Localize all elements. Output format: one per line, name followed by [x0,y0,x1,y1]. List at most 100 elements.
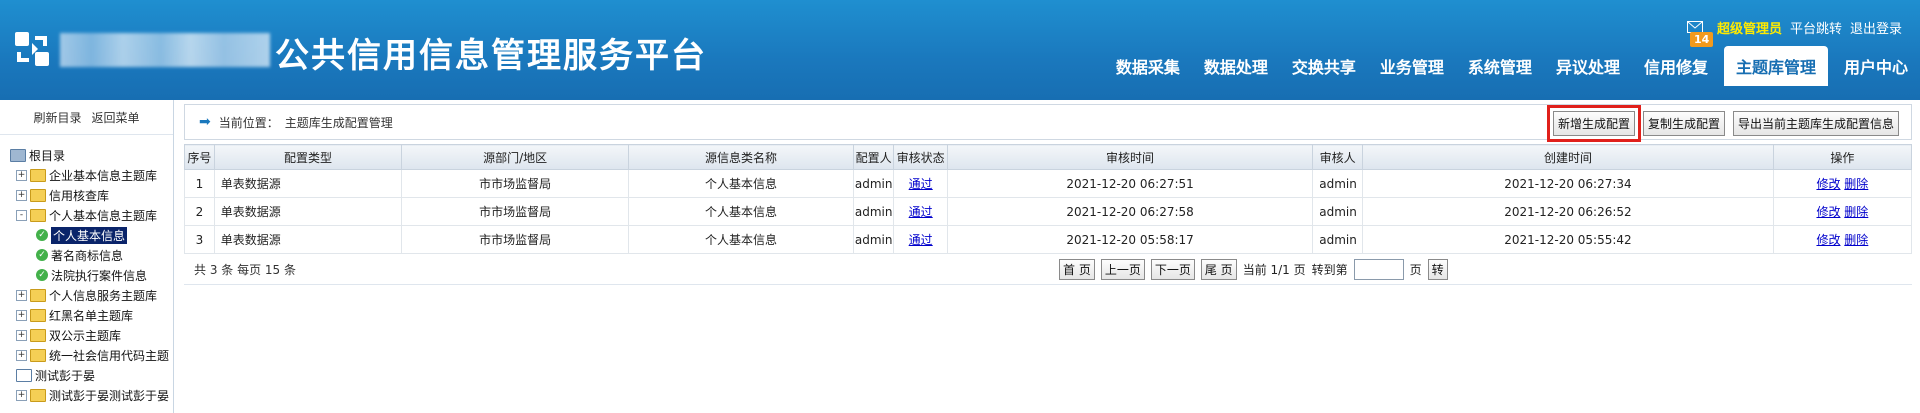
cell-auditor: admin [1312,225,1364,254]
tree-node-label: 红黑名单主题库 [49,308,134,323]
tree-node[interactable]: + 测试彭于晏测试彭于晏 [10,385,173,405]
tree-node[interactable]: + 红黑名单主题库 [10,305,173,325]
col-header-create-time: 创建时间 [1362,144,1774,170]
col-header-auditor: 审核人 [1312,144,1364,170]
nav-data-collection[interactable]: 数据采集 [1104,46,1192,86]
cell-audit-time: 2021-12-20 05:58:17 [946,225,1314,254]
tree-node[interactable]: ✓ 法院执行案件信息 [10,265,173,285]
table-row: 1 单表数据源 市市场监督局 个人基本信息 admin 通过 2021-12-20 06:2… [184,169,1913,198]
cell-create-time: 2021-12-20 05:55:42 [1362,225,1774,254]
expand-icon[interactable]: + [16,389,27,401]
tree-node[interactable]: + 统一社会信用代码主题 [10,345,173,365]
nav-system-management[interactable]: 系统管理 [1456,46,1544,86]
nav-objection-handling[interactable]: 异议处理 [1544,46,1632,86]
add-config-button[interactable]: 新增生成配置 [1546,105,1641,142]
tree-node-label: 著名商标信息 [51,248,124,263]
user-bar: 超级管理员 平台跳转 退出登录 [1686,18,1902,37]
cell-status: 通过 [893,197,948,226]
logout-link[interactable]: 退出登录 [1850,18,1902,37]
user-role: 超级管理员 [1716,21,1782,37]
table-header-row: 序号 配置类型 源部门/地区 源信息类名称 配置人 审核状态 审核时间 审核人 … [184,144,1913,170]
cell-by: admin [852,225,895,254]
delete-link[interactable]: 删除 [1844,205,1868,219]
cell-actions: 修改 删除 [1772,197,1913,226]
col-header-audit-time: 审核时间 [946,144,1314,170]
tree-node[interactable]: + 信用核查库 [10,185,173,205]
breadcrumb-bar: ➡ 当前位置： 主题库生成配置管理 新增生成配置 复制生成配置 导出当前主题库生… [184,104,1912,142]
next-page-button[interactable]: 下一页 [1150,258,1195,280]
back-to-menu-link[interactable]: 返回菜单 [92,109,140,126]
prev-page-button[interactable]: 上一页 [1100,258,1145,280]
cell-auditor: admin [1312,197,1364,226]
status-link[interactable]: 通过 [909,177,933,191]
table-row: 2 单表数据源 市市场监督局 个人基本信息 admin 通过 2021-12-20 06:2… [184,197,1913,226]
check-icon: ✓ [36,249,48,261]
platform-jump-link[interactable]: 平台跳转 [1790,18,1842,37]
delete-link[interactable]: 删除 [1844,233,1868,247]
tree-node[interactable]: 测试彭于晏 [10,365,173,385]
tree-node-label: 企业基本信息主题库 [49,168,158,183]
tree-node[interactable]: + 双公示主题库 [10,325,173,345]
copy-config-button[interactable]: 复制生成配置 [1642,111,1725,136]
tree-node[interactable]: ✓ 个人基本信息 [10,225,173,245]
expand-icon[interactable]: + [16,329,27,341]
edit-link[interactable]: 修改 [1816,205,1840,219]
edit-link[interactable]: 修改 [1816,233,1840,247]
tree-node-label: 统一社会信用代码主题 [49,348,170,363]
breadcrumb-label: 当前位置： [218,115,279,130]
expand-icon[interactable]: + [16,349,27,361]
toolbar: 新增生成配置 复制生成配置 导出当前主题库生成配置信息 [1546,105,1899,142]
cell-no: 1 [184,169,215,198]
last-page-button[interactable]: 尾 页 [1200,258,1237,280]
status-link[interactable]: 通过 [909,233,933,247]
folder-icon [30,188,46,202]
logo-icon [15,32,49,66]
cell-dept: 市市场监督局 [401,225,630,254]
cell-info: 个人基本信息 [628,197,854,226]
cell-audit-time: 2021-12-20 06:27:51 [946,169,1314,198]
nav-business-management[interactable]: 业务管理 [1368,46,1456,86]
col-header-info: 源信息类名称 [628,144,854,170]
nav-topic-library-management[interactable]: 主题库管理 [1723,46,1828,86]
page-number-input[interactable] [1353,258,1404,280]
nav-user-center[interactable]: 用户中心 [1832,46,1920,86]
tree-node-label: 个人基本信息 [51,226,128,244]
nav-data-processing[interactable]: 数据处理 [1192,46,1280,86]
tree-node[interactable]: + 企业基本信息主题库 [10,165,173,185]
nav-credit-repair[interactable]: 信用修复 [1632,46,1720,86]
table-row: 3 单表数据源 市市场监督局 个人基本信息 admin 通过 2021-12-20 05:5… [184,225,1913,254]
cell-type: 单表数据源 [213,169,403,198]
cell-create-time: 2021-12-20 06:27:34 [1362,169,1774,198]
tree-node[interactable]: 根目录 [10,145,173,165]
col-header-by: 配置人 [852,144,895,170]
col-header-status: 审核状态 [893,144,948,170]
cell-status: 通过 [893,169,948,198]
mail-count-badge: 14 [1690,32,1714,47]
expand-icon[interactable]: + [16,189,27,201]
tree-node[interactable]: ✓ 著名商标信息 [10,245,173,265]
cell-dept: 市市场监督局 [401,197,630,226]
nav-exchange-share[interactable]: 交换共享 [1280,46,1368,86]
collapse-icon[interactable]: - [16,209,27,221]
col-header-type: 配置类型 [213,144,403,170]
cell-create-time: 2021-12-20 06:26:52 [1362,197,1774,226]
tree-node-label: 个人基本信息主题库 [49,208,158,223]
cell-actions: 修改 删除 [1772,169,1913,198]
expand-icon[interactable]: + [16,289,27,301]
delete-link[interactable]: 删除 [1844,177,1868,191]
tree-node[interactable]: - 个人基本信息主题库 [10,205,173,225]
tree-node[interactable]: + 个人信息服务主题库 [10,285,173,305]
expand-icon[interactable]: + [16,309,27,321]
tree-node-label: 测试彭于晏测试彭于晏 [49,388,170,403]
expand-icon[interactable]: + [16,169,27,181]
status-link[interactable]: 通过 [909,205,933,219]
refresh-directory-link[interactable]: 刷新目录 [33,109,81,126]
cell-dept: 市市场监督局 [401,169,630,198]
folder-icon [30,348,46,362]
export-config-button[interactable]: 导出当前主题库生成配置信息 [1732,111,1899,136]
first-page-button[interactable]: 首 页 [1059,258,1095,280]
edit-link[interactable]: 修改 [1816,177,1840,191]
go-button[interactable]: 转 [1427,258,1448,280]
cell-no: 3 [184,225,215,254]
col-header-no: 序号 [184,144,215,170]
